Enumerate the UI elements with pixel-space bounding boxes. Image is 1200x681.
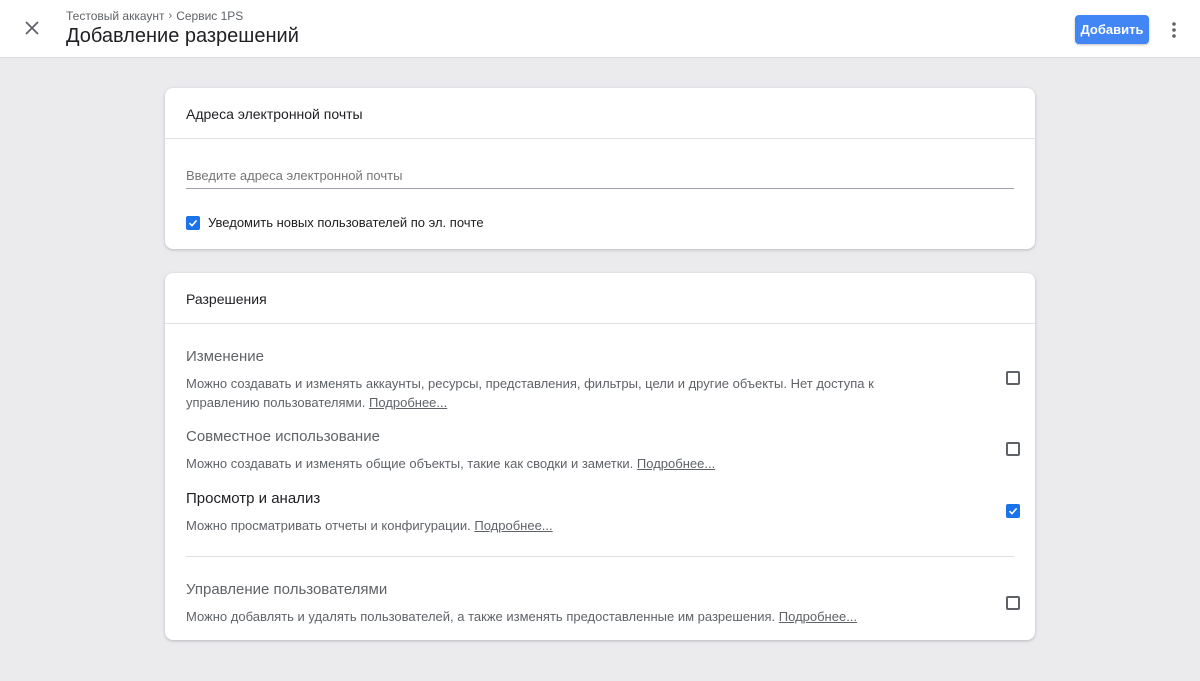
page-title: Добавление разрешений [66,25,299,47]
permission-collaborate-description: Можно создавать и изменять общие объекты… [186,454,876,473]
permission-collaborate-learn-more-link[interactable]: Подробнее... [637,456,715,471]
breadcrumb-separator: › [168,10,173,22]
more-options-button[interactable] [1164,17,1184,43]
check-icon [1008,507,1018,515]
permission-edit-title: Изменение [186,348,264,365]
permission-collaborate-title: Совместное использование [186,428,380,445]
email-card: Адреса электронной почты Уведомить новых… [165,88,1035,249]
permission-edit: Изменение Можно создавать и изменять акк… [186,348,1020,412]
permission-read-analyze-checkbox[interactable] [1006,504,1020,518]
permissions-card-title: Разрешения [165,273,1035,324]
permission-read-analyze-learn-more-link[interactable]: Подробнее... [474,518,552,533]
email-input[interactable] [186,163,1014,188]
permission-edit-description: Можно создавать и изменять аккаунты, рес… [186,374,876,412]
email-card-title: Адреса электронной почты [165,88,1035,139]
add-button[interactable]: Добавить [1075,15,1149,44]
close-button[interactable] [18,14,46,42]
permissions-card: Разрешения Изменение Можно создавать и и… [165,273,1035,640]
permission-manage-users-description: Можно добавлять и удалять пользователей,… [186,607,876,626]
permission-read-analyze-text: Можно просматривать отчеты и конфигураци… [186,518,471,533]
permission-manage-users: Управление пользователями Можно добавлят… [186,581,1020,626]
permission-edit-checkbox[interactable] [1006,371,1020,385]
top-bar: Тестовый аккаунт › Сервис 1PS Добавление… [0,0,1200,58]
permission-manage-users-text: Можно добавлять и удалять пользователей,… [186,609,776,624]
permission-manage-users-learn-more-link[interactable]: Подробнее... [779,609,857,624]
breadcrumb-account[interactable]: Тестовый аккаунт [66,9,165,23]
notify-label: Уведомить новых пользователей по эл. поч… [208,215,484,230]
permission-manage-users-checkbox[interactable] [1006,596,1020,610]
permission-read-analyze-title: Просмотр и анализ [186,490,321,507]
permission-collaborate-text: Можно создавать и изменять общие объекты… [186,456,634,471]
permission-edit-learn-more-link[interactable]: Подробнее... [369,395,447,410]
email-field [186,163,1014,189]
permission-read-analyze-description: Можно просматривать отчеты и конфигураци… [186,516,876,535]
permission-collaborate-checkbox[interactable] [1006,442,1020,456]
notify-option[interactable]: Уведомить новых пользователей по эл. поч… [186,215,484,230]
permission-collaborate: Совместное использование Можно создавать… [186,428,1020,473]
permissions-divider [186,556,1014,557]
notify-checkbox[interactable] [186,215,200,230]
permission-read-analyze: Просмотр и анализ Можно просматривать от… [186,490,1020,535]
breadcrumb-property[interactable]: Сервис 1PS [176,9,243,23]
permission-edit-text: Можно создавать и изменять аккаунты, рес… [186,376,874,410]
permission-manage-users-title: Управление пользователями [186,581,388,598]
close-icon [25,21,39,35]
more-vert-icon [1172,22,1176,38]
breadcrumb: Тестовый аккаунт › Сервис 1PS [66,9,243,23]
check-icon [188,219,198,227]
